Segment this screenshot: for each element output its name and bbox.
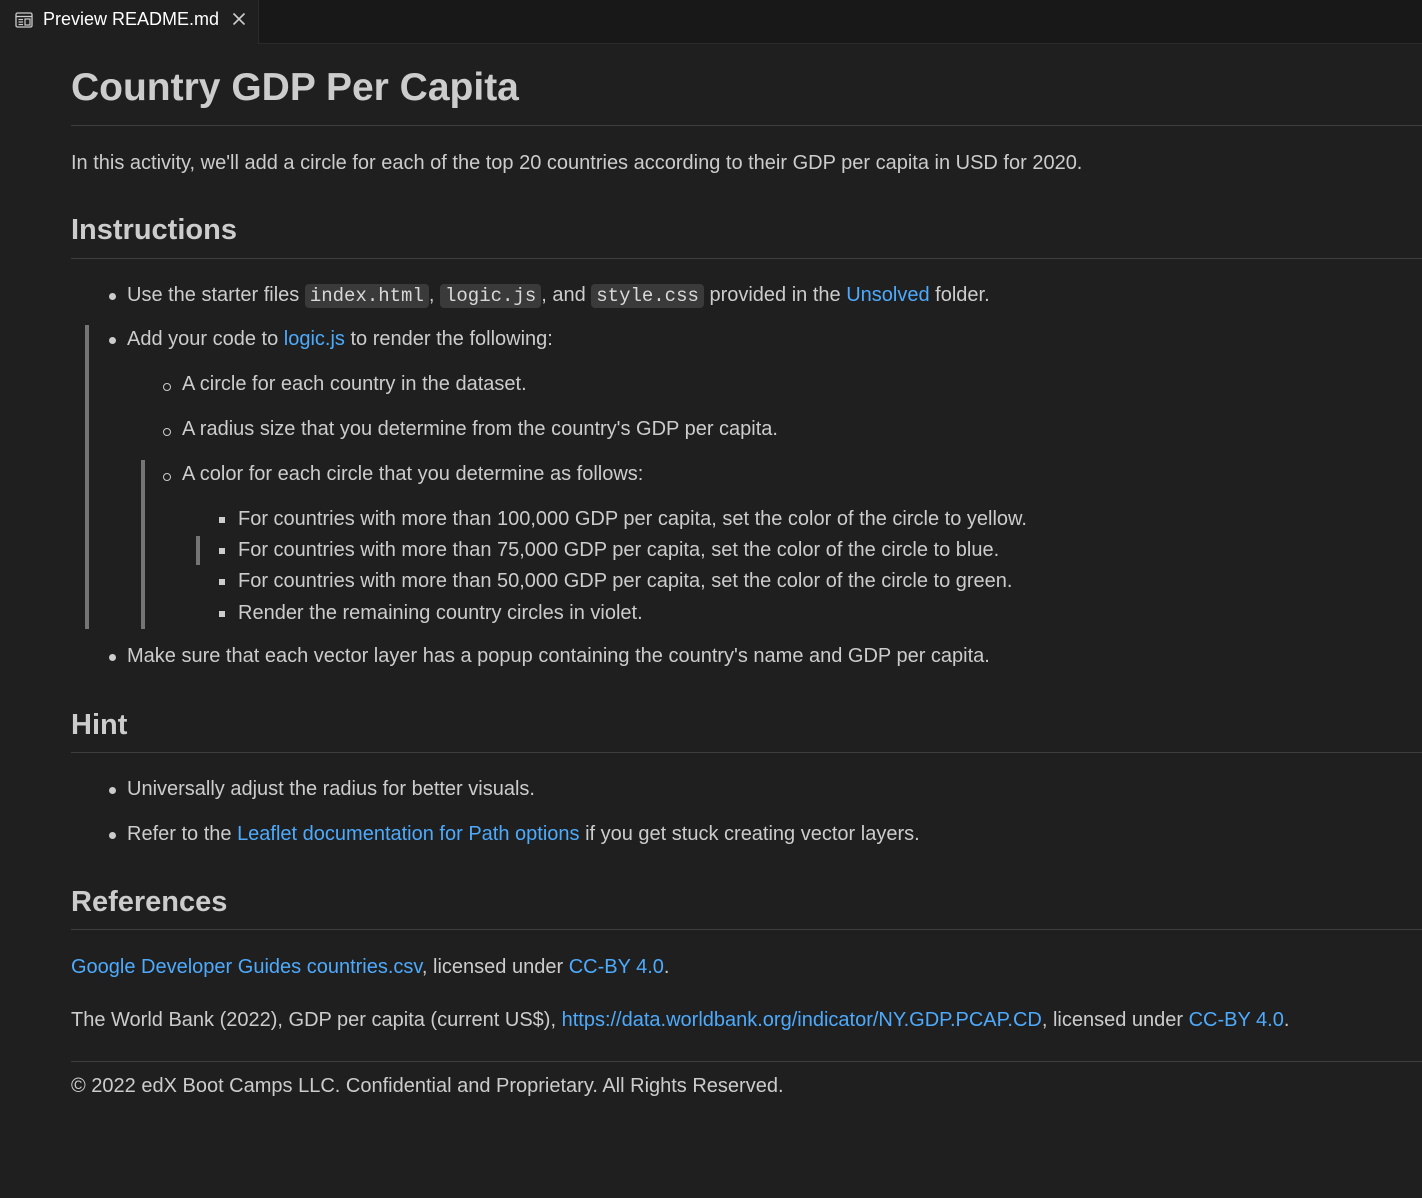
item-text: Add your code to: [127, 328, 284, 350]
color-rule-item: For countries with more than 50,000 GDP …: [238, 570, 1013, 592]
link-cc-by-license[interactable]: CC-BY 4.0: [1189, 1009, 1284, 1031]
intro-paragraph: In this activity, we'll add a circle for…: [71, 152, 1083, 174]
ref-text: The World Bank (2022), GDP per capita (c…: [71, 1009, 562, 1031]
page-title: Country GDP Per Capita: [71, 66, 519, 109]
bullet-icon: [163, 383, 171, 391]
sub-list-item: A radius size that you determine from th…: [182, 418, 778, 440]
bullet-icon: [163, 428, 171, 436]
reference-paragraph: Google Developer Guides countries.csv, l…: [71, 956, 669, 979]
list-item: Universally adjust the radius for better…: [127, 778, 535, 800]
item-text: Use the starter files: [127, 284, 305, 306]
copyright-footer: © 2022 edX Boot Camps LLC. Confidential …: [71, 1075, 784, 1097]
indent-guide: [85, 325, 89, 629]
list-item: Use the starter files index.html, logic.…: [127, 284, 990, 308]
color-rule-item: Render the remaining country circles in …: [238, 602, 643, 624]
hint-divider: [71, 752, 1422, 753]
code-style-css: style.css: [591, 284, 704, 308]
sub-list-item: A circle for each country in the dataset…: [182, 373, 527, 395]
item-text: provided in the: [703, 284, 847, 306]
close-icon[interactable]: [230, 10, 248, 28]
ref-text: .: [1283, 1009, 1290, 1031]
list-item: Refer to the Leaflet documentation for P…: [127, 823, 920, 846]
link-logic-js[interactable]: logic.js: [284, 328, 345, 350]
item-text: to render the following:: [344, 328, 553, 350]
bullet-icon: [109, 293, 116, 300]
tab-label: Preview README.md: [43, 9, 220, 29]
instructions-heading: Instructions: [71, 214, 237, 246]
code-index-html: index.html: [304, 284, 429, 308]
link-unsolved[interactable]: Unsolved: [846, 284, 929, 306]
sub-list-item: A color for each circle that you determi…: [182, 463, 644, 485]
item-text: ,: [428, 284, 440, 306]
indent-guide: [196, 536, 200, 565]
ref-text: , licensed under: [1041, 1009, 1189, 1031]
code-logic-js: logic.js: [440, 284, 542, 308]
link-worldbank[interactable]: https://data.worldbank.org/indicator/NY.…: [562, 1009, 1042, 1031]
bullet-icon: [219, 548, 225, 554]
footer-divider: [71, 1061, 1422, 1062]
ref-text: , licensed under: [421, 956, 569, 978]
bullet-icon: [219, 517, 225, 523]
bullet-icon: [219, 611, 225, 617]
instructions-divider: [71, 258, 1422, 259]
color-rule-item: For countries with more than 75,000 GDP …: [238, 539, 1000, 561]
references-divider: [71, 929, 1422, 930]
ref-text: .: [663, 956, 670, 978]
bullet-icon: [109, 832, 116, 839]
item-text: if you get stuck creating vector layers.: [579, 823, 920, 845]
reference-paragraph: The World Bank (2022), GDP per capita (c…: [71, 1009, 1289, 1032]
indent-guide: [141, 460, 145, 629]
link-google-countries-csv[interactable]: Google Developer Guides countries.csv: [71, 956, 422, 978]
list-item: Make sure that each vector layer has a p…: [127, 645, 990, 667]
item-text: , and: [541, 284, 592, 306]
tab-preview-readme[interactable]: Preview README.md: [0, 0, 259, 44]
preview-icon: [15, 12, 33, 28]
link-cc-by-license[interactable]: CC-BY 4.0: [569, 956, 664, 978]
bullet-icon: [219, 579, 225, 585]
title-divider: [71, 125, 1422, 126]
bullet-icon: [163, 473, 171, 481]
item-text: Refer to the: [127, 823, 238, 845]
list-item: Add your code to logic.js to render the …: [127, 328, 553, 351]
bullet-icon: [109, 787, 116, 794]
hint-heading: Hint: [71, 709, 128, 741]
link-leaflet-docs[interactable]: Leaflet documentation for Path options: [237, 823, 579, 845]
item-text: folder.: [929, 284, 990, 306]
references-heading: References: [71, 886, 228, 918]
bullet-icon: [109, 337, 116, 344]
color-rule-item: For countries with more than 100,000 GDP…: [238, 508, 1027, 530]
bullet-icon: [109, 654, 116, 661]
tab-bar: Preview README.md: [0, 0, 1422, 44]
